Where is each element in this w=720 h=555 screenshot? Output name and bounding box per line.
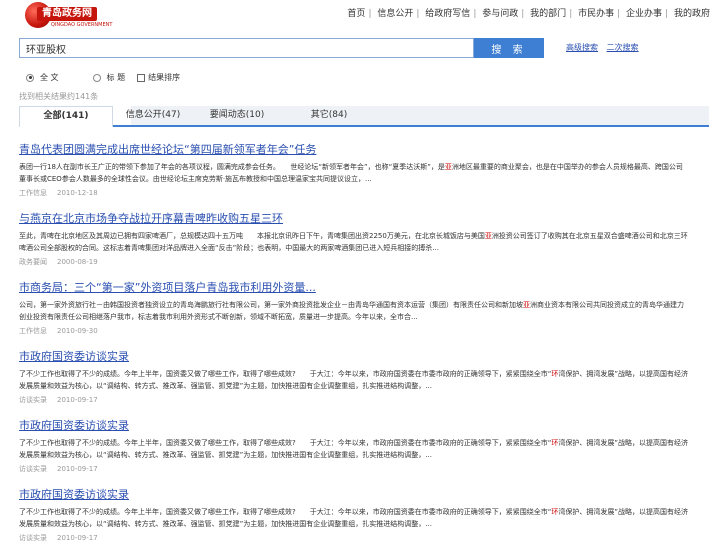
sort-label: 结果排序 [148,73,181,82]
result-item: 市商务局：三个“第一家”外资项目落户青岛我市利用外资量... 公司，第一家外资旅… [19,279,689,348]
result-snippet: 了不少工作也取得了不少的成绩。今年上半年，国资委又做了哪些工作，取得了哪些成效?… [19,370,688,390]
result-date: 2000-08-19 [57,258,98,266]
tab-news[interactable]: 要闻动态(10) [195,106,279,125]
title-radio[interactable] [92,73,101,82]
result-date: 2010-09-17 [57,465,98,473]
result-title[interactable]: 青岛代表团圆满完成出席世经论坛“第四届新领军者年会”任务 [19,141,689,157]
nav-my-department[interactable]: 我的部门 [530,9,566,19]
nav-participate[interactable]: 参与问政 [482,9,518,19]
result-source: 访谈实录 [19,465,47,473]
result-title[interactable]: 市政府国资委访谈实录 [19,486,689,502]
result-meta: 访谈实录 2010-09-17 [19,395,689,405]
result-title[interactable]: 市政府国资委访谈实录 [19,348,689,364]
result-date: 2010-09-17 [57,534,98,542]
result-meta: 访谈实录 2010-09-17 [19,533,689,543]
result-source: 政务要闻 [19,258,47,266]
result-source: 访谈实录 [19,396,47,404]
result-item: 与燕京在北京市场争夺战拉开序幕青啤昨收购五星三环 至此，青啤在北京地区及其周边已… [19,210,689,279]
result-meta: 访谈实录 2010-09-17 [19,464,689,474]
result-source: 访谈实录 [19,534,47,542]
nav-info-open[interactable]: 信息公开 [377,9,413,19]
search-input[interactable] [19,38,474,58]
top-navigation: 首页 | 信息公开 | 给政府写信 | 参与问政 | 我的部门 | 市民办事 | 企业办事 |… [347,9,710,19]
nav-write-letter[interactable]: 给政府写信 [425,9,470,19]
tab-all[interactable]: 全部(141) [19,106,113,127]
nav-citizen-services[interactable]: 市民办事 [578,9,614,19]
nav-business-services[interactable]: 企业办事 [626,9,662,19]
logo-subtitle: QINGDAO GOVERNMENT [51,22,113,28]
nav-home[interactable]: 首页 [347,9,365,19]
result-date: 2010-09-30 [57,327,98,335]
site-logo[interactable]: 青岛政务网 QINGDAO GOVERNMENT [25,2,112,28]
sort-checkbox[interactable] [137,73,146,82]
result-date: 2010-12-18 [57,189,98,197]
tab-other[interactable]: 其它(84) [279,106,379,125]
fulltext-radio[interactable] [26,73,34,82]
result-snippet: 了不少工作也取得了不少的成绩。今年上半年，国资委又做了哪些工作，取得了哪些成效?… [19,508,688,528]
advanced-search-link[interactable]: 高级搜索 [566,43,598,52]
result-title[interactable]: 与燕京在北京市场争夺战拉开序幕青啤昨收购五星三环 [19,210,689,226]
result-title[interactable]: 市政府国资委访谈实录 [19,417,689,433]
search-button[interactable]: 搜 索 [474,38,544,58]
nav-my-government[interactable]: 我的政府 [674,9,710,19]
result-snippet: 了不少工作也取得了不少的成绩。今年上半年，国资委又做了哪些工作，取得了哪些成效?… [19,439,688,459]
result-count: 找到相关结果约141条 [19,92,99,101]
secondary-search-link[interactable]: 二次搜索 [607,43,639,52]
result-item: 市政府国资委访谈实录 了不少工作也取得了不少的成绩。今年上半年，国资委又做了哪些… [19,417,689,486]
search-options: 全 文 标 题 结果排序 [26,72,180,83]
result-snippet: 公司，第一家外资旅行社－由韩国投资者独资设立的青岛海鹏旅行社有限公司，第一家外商… [19,301,684,321]
result-item: 青岛代表团圆满完成出席世经论坛“第四届新领军者年会”任务 表团一行18人在副市长… [19,141,689,210]
result-meta: 工作信息 2010-12-18 [19,188,689,198]
result-title[interactable]: 市商务局：三个“第一家”外资项目落户青岛我市利用外资量... [19,279,689,295]
result-meta: 工作信息 2010-09-30 [19,326,689,336]
result-list: 青岛代表团圆满完成出席世经论坛“第四届新领军者年会”任务 表团一行18人在副市长… [19,141,689,555]
result-item: 市政府国资委访谈实录 了不少工作也取得了不少的成绩。今年上半年，国资委又做了哪些… [19,486,689,555]
logo-text: 青岛政务网 [37,7,97,21]
result-meta: 政务要闻 2000-08-19 [19,257,689,267]
result-date: 2010-09-17 [57,396,98,404]
sort-dropdown[interactable]: 结果排序 [137,72,180,83]
result-source: 工作信息 [19,189,47,197]
result-snippet: 表团一行18人在副市长王广正的带领下参加了年会的各项议程，圆满完成参会任务。 世… [19,163,683,183]
tab-info-open[interactable]: 信息公开(47) [111,106,195,125]
result-source: 工作信息 [19,327,47,335]
advanced-links: 高级搜索 二次搜索 [566,42,645,53]
title-label: 标 题 [106,73,126,82]
result-snippet: 至此，青啤在北京地区及其周边已拥有四家啤酒厂，总规模达四十五万吨 本报北京讯昨日… [19,232,688,252]
result-tabs: 全部(141) 信息公开(47) 要闻动态(10) 其它(84) [19,106,709,127]
fulltext-label: 全 文 [40,73,59,82]
result-item: 市政府国资委访谈实录 了不少工作也取得了不少的成绩。今年上半年，国资委又做了哪些… [19,348,689,417]
